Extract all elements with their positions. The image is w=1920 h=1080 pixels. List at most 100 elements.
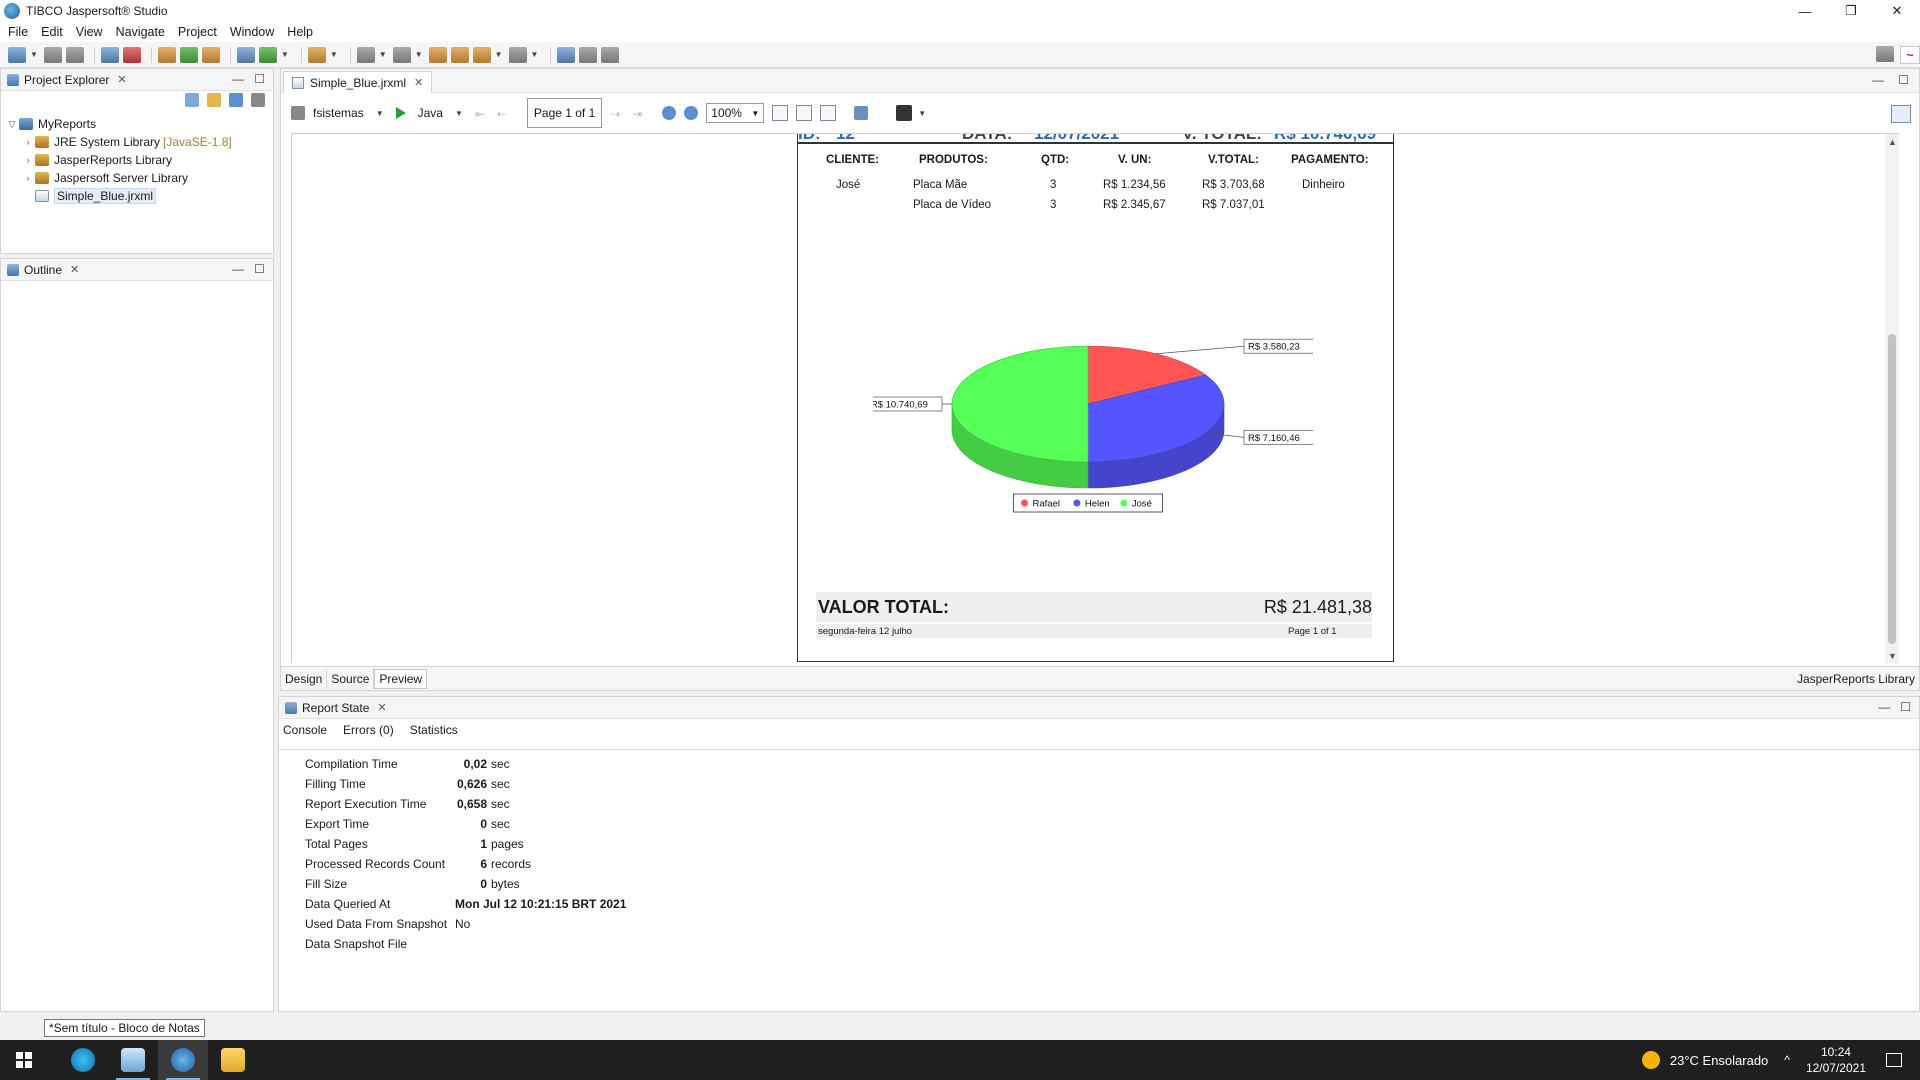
tab-preview[interactable]: Preview bbox=[374, 668, 428, 689]
tools-icon[interactable] bbox=[307, 46, 326, 63]
chevron-down-icon[interactable]: ▼ bbox=[918, 109, 926, 118]
back-dropdown-icon[interactable]: ▼ bbox=[495, 50, 503, 59]
menu-file[interactable]: File bbox=[8, 25, 28, 39]
collapse-all-icon[interactable] bbox=[185, 93, 199, 107]
scroll-thumb[interactable] bbox=[1888, 334, 1896, 644]
view-menu-icon[interactable] bbox=[251, 93, 265, 107]
fit-width-icon[interactable] bbox=[820, 105, 837, 121]
new-dropdown-icon[interactable]: ▼ bbox=[30, 50, 38, 59]
export-icon[interactable] bbox=[201, 46, 220, 63]
run-icon[interactable] bbox=[258, 46, 277, 63]
collapse-icon[interactable]: › bbox=[21, 155, 35, 165]
chevron-up-icon[interactable]: ^ bbox=[1784, 1053, 1790, 1067]
last-edit-icon[interactable] bbox=[428, 46, 447, 63]
chevron-down-icon[interactable]: ▼ bbox=[376, 109, 384, 118]
last-page-icon[interactable]: ⇥ bbox=[632, 107, 648, 121]
save-export-icon[interactable] bbox=[896, 105, 913, 121]
zoom-in-icon[interactable] bbox=[662, 106, 677, 120]
open-perspective-icon[interactable] bbox=[1876, 46, 1894, 62]
redo-icon[interactable] bbox=[601, 46, 620, 63]
forward-dropdown-icon[interactable]: ▼ bbox=[531, 50, 539, 59]
outline-title[interactable]: Outline bbox=[24, 263, 62, 277]
run-report-icon[interactable] bbox=[395, 107, 406, 119]
save-all-icon[interactable] bbox=[65, 46, 84, 63]
menu-window[interactable]: Window bbox=[230, 25, 274, 39]
next-annotation-dropdown-icon[interactable]: ▼ bbox=[379, 50, 387, 59]
menu-view[interactable]: View bbox=[76, 25, 103, 39]
link-with-editor-icon[interactable] bbox=[207, 93, 221, 107]
data-adapter-select[interactable]: fsistemas bbox=[313, 106, 364, 120]
clock[interactable]: 10:24 12/07/2021 bbox=[1806, 1044, 1866, 1076]
close-icon[interactable]: ✕ bbox=[377, 701, 386, 714]
maximize-icon[interactable]: ☐ bbox=[254, 262, 265, 276]
scroll-down-icon[interactable]: ▼ bbox=[1888, 651, 1897, 661]
close-icon[interactable]: ✕ bbox=[70, 263, 79, 276]
maximize-icon[interactable]: ☐ bbox=[1900, 700, 1911, 714]
prev-annotation-dropdown-icon[interactable]: ▼ bbox=[415, 50, 423, 59]
first-page-icon[interactable]: ⇤ bbox=[475, 107, 491, 121]
filter-icon[interactable] bbox=[229, 93, 243, 107]
report-state-title[interactable]: Report State bbox=[302, 701, 369, 715]
run-dropdown-icon[interactable]: ▼ bbox=[281, 50, 289, 59]
close-icon[interactable]: ✕ bbox=[414, 76, 423, 89]
collapse-icon[interactable]: › bbox=[21, 173, 35, 183]
publish-icon[interactable] bbox=[854, 106, 869, 120]
prev-annotation-icon[interactable] bbox=[392, 46, 411, 63]
new-icon[interactable] bbox=[8, 46, 26, 63]
editor-tab-simple-blue[interactable]: Simple_Blue.jrxml ✕ bbox=[283, 71, 433, 93]
tab-console[interactable]: Console bbox=[283, 723, 327, 737]
compile-icon[interactable] bbox=[100, 46, 119, 63]
taskbar-notepad[interactable] bbox=[108, 1040, 158, 1080]
weather-widget[interactable]: 23°C Ensolarado bbox=[1670, 1053, 1768, 1068]
start-button[interactable] bbox=[0, 1040, 48, 1080]
vertical-scrollbar[interactable]: ▲ ▼ bbox=[1885, 134, 1899, 663]
next-annotation-icon[interactable] bbox=[356, 46, 375, 63]
menu-project[interactable]: Project bbox=[178, 25, 217, 39]
minimize-icon[interactable]: — bbox=[232, 262, 244, 276]
tree-item-jre-library[interactable]: › JRE System Library [JavaSE-1.8] bbox=[5, 133, 232, 151]
project-explorer-title[interactable]: Project Explorer bbox=[24, 73, 109, 87]
maximize-icon[interactable]: ☐ bbox=[254, 72, 265, 86]
next-page-icon[interactable]: ⇢ bbox=[610, 107, 626, 121]
expand-icon[interactable]: ▽ bbox=[5, 119, 19, 130]
minimize-icon[interactable]: — bbox=[232, 72, 244, 86]
tab-source[interactable]: Source bbox=[327, 668, 375, 689]
undo-icon[interactable] bbox=[579, 46, 598, 63]
output-format-select[interactable]: Java bbox=[418, 106, 443, 120]
tree-item-myreports[interactable]: ▽ MyReports bbox=[5, 115, 232, 133]
pin-editor-icon[interactable] bbox=[557, 46, 576, 63]
forward-icon[interactable] bbox=[472, 46, 491, 63]
menu-edit[interactable]: Edit bbox=[41, 25, 63, 39]
report-design-perspective-icon[interactable]: ~ bbox=[1900, 46, 1920, 64]
chevron-down-icon[interactable]: ▼ bbox=[455, 109, 463, 118]
taskbar-jaspersoft[interactable] bbox=[158, 1040, 208, 1080]
tree-item-jasperreports-library[interactable]: › JasperReports Library bbox=[5, 151, 232, 169]
debug-icon[interactable] bbox=[122, 46, 141, 63]
taskbar-edge[interactable] bbox=[58, 1040, 108, 1080]
restore-button[interactable]: ❐ bbox=[1828, 0, 1874, 22]
import-icon[interactable] bbox=[179, 46, 198, 63]
minimize-icon[interactable]: — bbox=[1872, 73, 1884, 87]
forward-nav-icon[interactable] bbox=[508, 46, 527, 63]
publish-icon[interactable] bbox=[157, 46, 176, 63]
back-icon[interactable] bbox=[450, 46, 469, 63]
zoom-select[interactable]: 100% ▼ bbox=[706, 103, 765, 123]
collapse-icon[interactable]: › bbox=[21, 137, 35, 147]
close-button[interactable]: ✕ bbox=[1874, 0, 1920, 22]
fit-page-icon[interactable] bbox=[772, 105, 789, 121]
save-icon[interactable] bbox=[43, 46, 62, 63]
close-icon[interactable]: ✕ bbox=[117, 73, 126, 86]
menu-navigate[interactable]: Navigate bbox=[116, 25, 165, 39]
fit-height-icon[interactable] bbox=[796, 105, 813, 121]
dataset-icon[interactable] bbox=[236, 46, 255, 63]
menu-help[interactable]: Help bbox=[287, 25, 313, 39]
maximize-icon[interactable]: ☐ bbox=[1898, 73, 1909, 87]
tab-statistics[interactable]: Statistics bbox=[410, 723, 458, 737]
tree-item-simple-blue[interactable]: Simple_Blue.jrxml bbox=[5, 187, 232, 205]
tab-design[interactable]: Design bbox=[281, 668, 328, 689]
tab-errors[interactable]: Errors (0) bbox=[343, 723, 394, 737]
taskbar-explorer[interactable] bbox=[208, 1040, 258, 1080]
notification-icon[interactable] bbox=[1886, 1053, 1902, 1067]
scroll-up-icon[interactable]: ▲ bbox=[1888, 137, 1897, 147]
tools-dropdown-icon[interactable]: ▼ bbox=[330, 50, 338, 59]
